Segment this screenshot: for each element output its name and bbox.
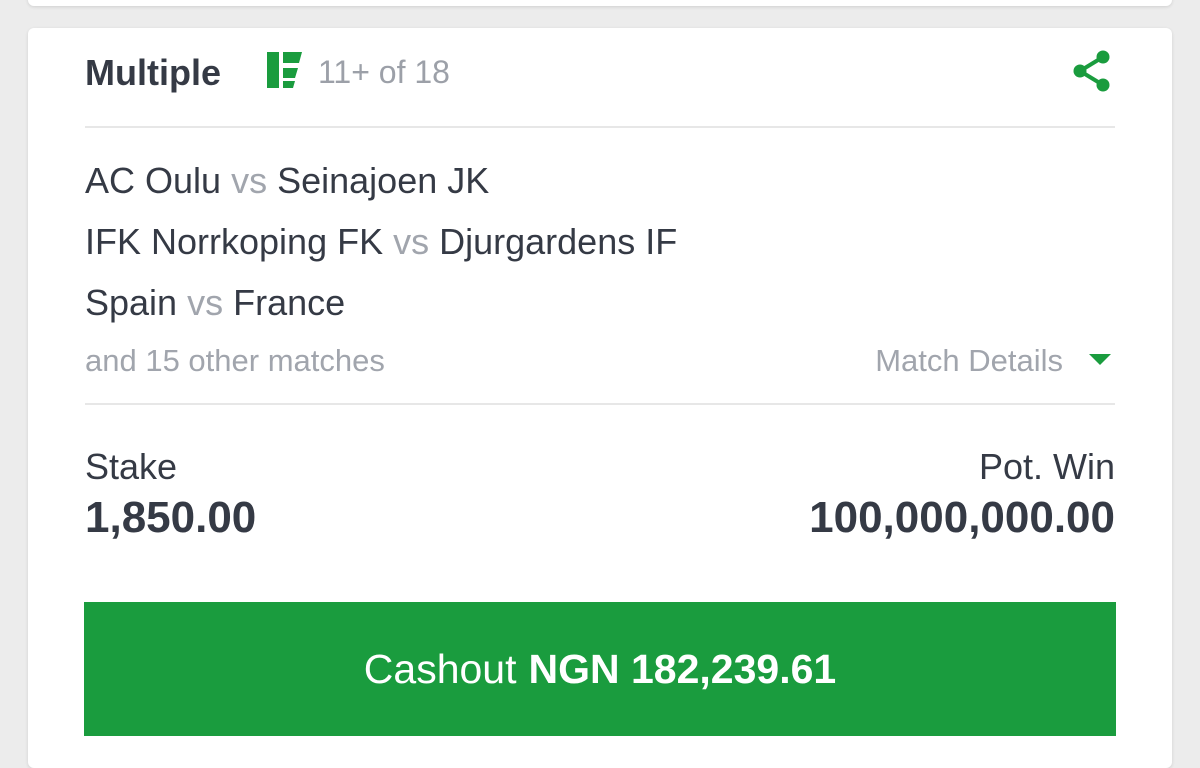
away-team: France xyxy=(233,282,346,323)
home-team: IFK Norrkoping FK xyxy=(85,221,384,262)
home-team: Spain xyxy=(85,282,178,323)
home-team: AC Oulu xyxy=(85,160,222,201)
match-details-toggle[interactable]: Match Details xyxy=(875,343,1115,379)
vs-label: vs xyxy=(231,160,268,201)
header-divider xyxy=(85,126,1115,128)
away-team: Seinajoen JK xyxy=(277,160,490,201)
cashout-button[interactable]: Cashout NGN 182,239.61 xyxy=(84,602,1116,736)
selection-count: 11+ of 18 xyxy=(318,54,450,90)
previous-bet-card xyxy=(28,0,1172,6)
other-matches-text: and 15 other matches xyxy=(85,343,385,378)
vs-label: vs xyxy=(393,221,430,262)
away-team: Djurgardens IF xyxy=(439,221,678,262)
flex-logo-icon xyxy=(267,52,302,88)
bet-card: Multiple 11+ of 18 AC Oulu vs Seinajoen … xyxy=(28,28,1172,768)
stake-value: 1,850.00 xyxy=(85,493,257,542)
caret-down-icon xyxy=(1089,354,1111,366)
matches-divider xyxy=(85,403,1115,405)
bet-type-label: Multiple xyxy=(85,52,221,93)
share-icon[interactable] xyxy=(1069,48,1115,94)
cashout-label: Cashout xyxy=(363,645,517,692)
bet-header: Multiple 11+ of 18 xyxy=(85,48,1115,94)
match-row: Spain vs France xyxy=(85,282,345,324)
potential-win-label: Pot. Win xyxy=(978,446,1115,487)
vs-label: vs xyxy=(187,282,224,323)
potential-win-value: 100,000,000.00 xyxy=(809,493,1115,542)
cashout-amount: NGN 182,239.61 xyxy=(528,645,837,692)
stake-label: Stake xyxy=(85,446,178,487)
match-row: AC Oulu vs Seinajoen JK xyxy=(85,160,489,202)
match-row: IFK Norrkoping FK vs Djurgardens IF xyxy=(85,221,677,263)
match-details-label: Match Details xyxy=(875,343,1063,378)
